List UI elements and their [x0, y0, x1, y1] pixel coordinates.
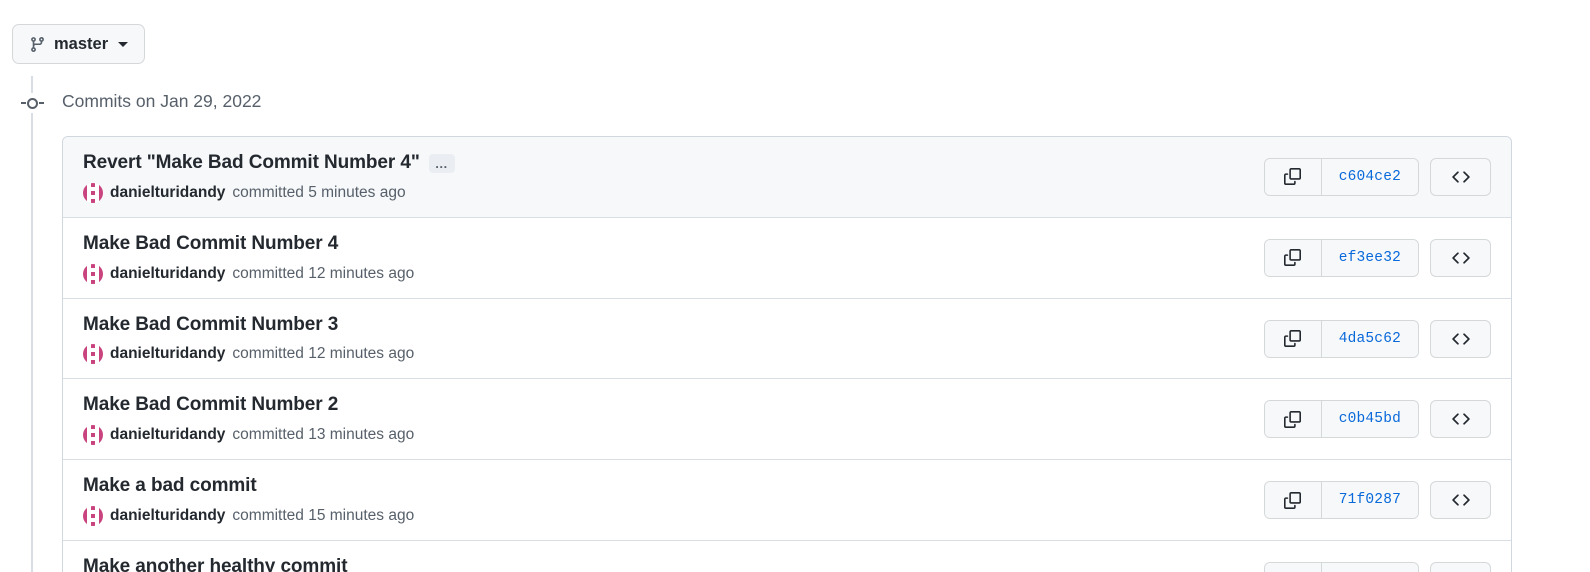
commit-author-link[interactable]: danielturidandy	[110, 425, 225, 445]
branch-name-label: master	[54, 34, 109, 53]
copy-icon[interactable]	[1264, 320, 1322, 357]
commit-sha-link[interactable]: c604ce2	[1321, 158, 1418, 195]
commit-sha-group: ef3ee32	[1263, 238, 1419, 277]
commit-sha-group: c0b45bd	[1263, 400, 1419, 439]
commit-timeline-rail	[31, 76, 33, 572]
commit-timestamp: committed 12 minutes ago	[232, 345, 415, 363]
commit-timestamp: committed 12 minutes ago	[232, 264, 415, 282]
commit-title-link[interactable]: Make another healthy commit	[83, 555, 348, 572]
commit-actions: c604ce2	[1263, 157, 1491, 196]
commit-author-link[interactable]: danielturidandy	[110, 264, 225, 284]
commit-title-link[interactable]: Make Bad Commit Number 2	[83, 393, 338, 418]
commit-info: Revert "Make Bad Commit Number 4" … daniel…	[83, 151, 455, 203]
commit-node-icon	[18, 93, 46, 113]
commit-actions: c0b45bd	[1263, 400, 1491, 439]
commit-sha-link[interactable]: aec70b0	[1321, 563, 1418, 572]
commit-title-line: Make Bad Commit Number 2	[83, 393, 414, 418]
code-icon[interactable]	[1430, 481, 1491, 520]
commit-meta: danielturidandy committed 12 minutes ago	[83, 263, 415, 284]
identicon-avatar	[83, 506, 103, 527]
identicon-avatar	[83, 182, 103, 203]
commit-meta: danielturidandy committed 15 minutes ago	[83, 506, 415, 527]
commit-actions: ef3ee32	[1263, 238, 1491, 277]
code-icon[interactable]	[1430, 400, 1491, 439]
commits-list: Revert "Make Bad Commit Number 4" … daniel…	[62, 136, 1512, 572]
commit-sha-group: 71f0287	[1263, 481, 1419, 520]
identicon-avatar	[83, 344, 103, 365]
commit-title-line: Make Bad Commit Number 4	[83, 232, 414, 257]
commit-title-link[interactable]: Make Bad Commit Number 4	[83, 232, 338, 257]
commit-author-link[interactable]: danielturidandy	[110, 183, 225, 203]
commit-sha-link[interactable]: 4da5c62	[1321, 320, 1418, 357]
chevron-down-icon	[118, 41, 129, 47]
code-icon[interactable]	[1430, 319, 1491, 358]
commit-title-link[interactable]: Revert "Make Bad Commit Number 4"	[83, 151, 420, 176]
commit-author-link[interactable]: danielturidandy	[110, 506, 225, 526]
copy-icon[interactable]	[1264, 563, 1322, 572]
commit-sha-link[interactable]: ef3ee32	[1321, 239, 1418, 276]
commit-info: Make Bad Commit Number 3 danielturidandy c…	[83, 313, 414, 365]
commit-row: Revert "Make Bad Commit Number 4" … daniel…	[63, 137, 1511, 218]
commit-title-line: Make a bad commit	[83, 474, 414, 499]
commit-sha-group: c604ce2	[1263, 157, 1419, 196]
commit-sha-group: 4da5c62	[1263, 319, 1419, 358]
commit-timestamp: committed 13 minutes ago	[232, 426, 415, 444]
commit-row: Make another healthy commitdanielturidan…	[63, 541, 1511, 572]
commit-row: Make Bad Commit Number 4 danielturidandy c…	[63, 217, 1511, 299]
expand-commit-message-button[interactable]: …	[428, 153, 455, 173]
commit-meta: danielturidandy committed 12 minutes ago	[83, 344, 415, 365]
commit-sha-link[interactable]: 71f0287	[1321, 482, 1418, 519]
identicon-avatar	[83, 425, 103, 446]
branch-selector-button[interactable]: master	[12, 24, 146, 64]
commit-title-link[interactable]: Make a bad commit	[83, 474, 257, 499]
commit-actions: 4da5c62	[1263, 319, 1491, 358]
commit-title-link[interactable]: Make Bad Commit Number 3	[83, 313, 338, 338]
commit-meta: danielturidandy committed 5 minutes ago	[83, 182, 455, 203]
copy-icon[interactable]	[1264, 482, 1322, 519]
commit-title-line: Make another healthy commit	[83, 555, 382, 572]
commit-info: Make Bad Commit Number 4 danielturidandy c…	[83, 232, 414, 284]
commit-row: Make Bad Commit Number 2 danielturidandy c…	[63, 379, 1511, 461]
code-icon[interactable]	[1430, 238, 1491, 277]
commit-title-line: Make Bad Commit Number 3	[83, 313, 414, 338]
commit-info: Make another healthy commitdanielturidan…	[83, 555, 382, 572]
commit-row: Make Bad Commit Number 3 danielturidandy c…	[63, 298, 1511, 380]
commit-meta: danielturidandy committed 13 minutes ago	[83, 425, 415, 446]
copy-icon[interactable]	[1264, 239, 1322, 276]
commit-sha-link[interactable]: c0b45bd	[1321, 401, 1418, 438]
copy-icon[interactable]	[1264, 158, 1322, 195]
commit-actions: aec70b0	[1263, 562, 1491, 572]
commit-info: Make a bad commit danielturidandy committe…	[83, 474, 415, 527]
commit-sha-group: aec70b0	[1263, 562, 1419, 572]
commit-row: Make a bad commit danielturidandy committe…	[63, 460, 1511, 542]
identicon-avatar	[83, 263, 103, 284]
commit-timestamp: committed 15 minutes ago	[232, 507, 415, 524]
copy-icon[interactable]	[1264, 401, 1322, 438]
branch-bar: master	[0, 0, 1590, 64]
commits-date-header: Commits on Jan 29, 2022	[62, 91, 262, 111]
code-icon[interactable]	[1430, 157, 1491, 196]
commit-info: Make Bad Commit Number 2 danielturidandy c…	[83, 393, 415, 446]
commit-actions: 71f0287	[1263, 481, 1491, 520]
commits-page: master Commits on Jan 29, 2022 Revert "M…	[0, 0, 1590, 572]
code-icon[interactable]	[1430, 562, 1491, 572]
commit-timestamp: committed 5 minutes ago	[232, 183, 406, 201]
git-branch-icon	[29, 36, 46, 53]
commit-author-link[interactable]: danielturidandy	[110, 344, 225, 364]
commit-title-line: Revert "Make Bad Commit Number 4" …	[83, 151, 455, 176]
